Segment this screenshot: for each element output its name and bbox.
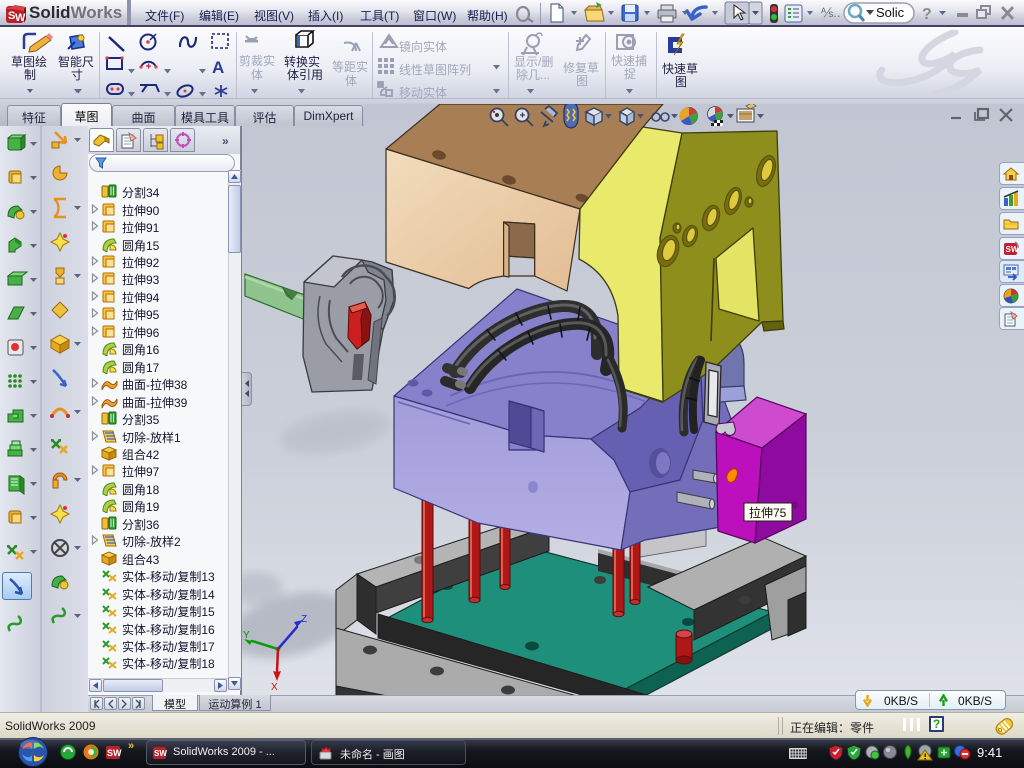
svg-text:W: W xyxy=(15,12,26,24)
svg-text:X: X xyxy=(271,682,278,693)
svg-text:Y: Y xyxy=(243,630,250,641)
svg-text:SW: SW xyxy=(1006,245,1019,254)
svg-text:Z: Z xyxy=(301,614,307,625)
svg-text:Solic: Solic xyxy=(876,5,905,20)
svg-text:?: ? xyxy=(922,6,932,23)
svg-text:SW: SW xyxy=(154,749,167,758)
svg-text:A: A xyxy=(212,58,224,77)
svg-text:拉伸75: 拉伸75 xyxy=(749,505,787,520)
svg-text:SW: SW xyxy=(107,748,122,758)
svg-text:⅍..: ⅍.. xyxy=(821,5,840,20)
